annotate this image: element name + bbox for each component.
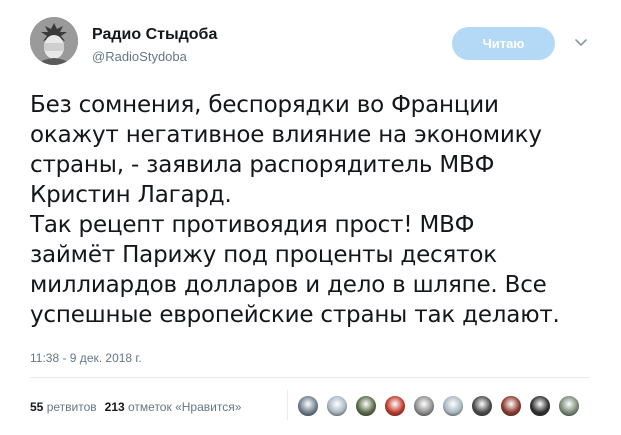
author-handle[interactable]: @RadioStydoba <box>92 49 187 64</box>
liker-avatar-8-icon[interactable] <box>500 395 522 417</box>
author-name[interactable]: Радио Стыдоба <box>92 26 217 44</box>
tweet-stats: 55 ретвитов 213 отметок «Нравится» <box>30 400 241 414</box>
liker-avatar-2-icon[interactable] <box>326 395 348 417</box>
liker-avatar-5-icon[interactable] <box>413 395 435 417</box>
tweet-text: Без сомнения, беспорядки во Франции окаж… <box>30 90 610 330</box>
liker-avatar-10-icon[interactable] <box>558 395 580 417</box>
liker-avatars <box>297 395 587 419</box>
likes-stat[interactable]: 213 отметок «Нравится» <box>105 400 242 414</box>
statue-avatar-icon <box>30 17 78 65</box>
tweet-timestamp[interactable]: 11:38 - 9 дек. 2018 г. <box>30 351 142 365</box>
retweets-stat[interactable]: 55 ретвитов <box>30 400 97 414</box>
following-button[interactable]: Читаю <box>452 27 555 60</box>
divider <box>30 377 590 378</box>
tweet-text-line: успешные европейские страны так делают. <box>30 302 560 328</box>
tweet-text-line: окажут негативное влияние на экономику <box>30 122 542 148</box>
author-avatar[interactable] <box>30 17 78 65</box>
tweet-text-line: Кристин Лагард. <box>30 182 232 208</box>
tweet-card: Радио Стыдоба @RadioStydoba Читаю Без со… <box>0 0 621 435</box>
likes-label: отметок «Нравится» <box>128 400 242 414</box>
liker-avatar-6-icon[interactable] <box>442 395 464 417</box>
liker-avatar-4-icon[interactable] <box>384 395 406 417</box>
liker-avatar-9-icon[interactable] <box>529 395 551 417</box>
chevron-down-icon[interactable] <box>574 38 588 48</box>
tweet-text-line: Без сомнения, беспорядки во Франции <box>30 92 499 118</box>
retweets-label: ретвитов <box>46 400 97 414</box>
stats-divider <box>287 390 288 420</box>
liker-avatar-3-icon[interactable] <box>355 395 377 417</box>
liker-avatar-7-icon[interactable] <box>471 395 493 417</box>
tweet-text-line: займёт Парижу под проценты десяток <box>30 242 497 268</box>
tweet-text-line: миллиардов долларов и дело в шляпе. Все <box>30 272 547 298</box>
retweets-count: 55 <box>30 400 44 414</box>
likes-count: 213 <box>104 400 125 414</box>
tweet-text-line: Так рецепт противоядия прост! МВФ <box>30 212 475 238</box>
tweet-text-line: страны, - заявила распорядитель МВФ <box>30 152 495 178</box>
liker-avatar-1-icon[interactable] <box>297 395 319 417</box>
